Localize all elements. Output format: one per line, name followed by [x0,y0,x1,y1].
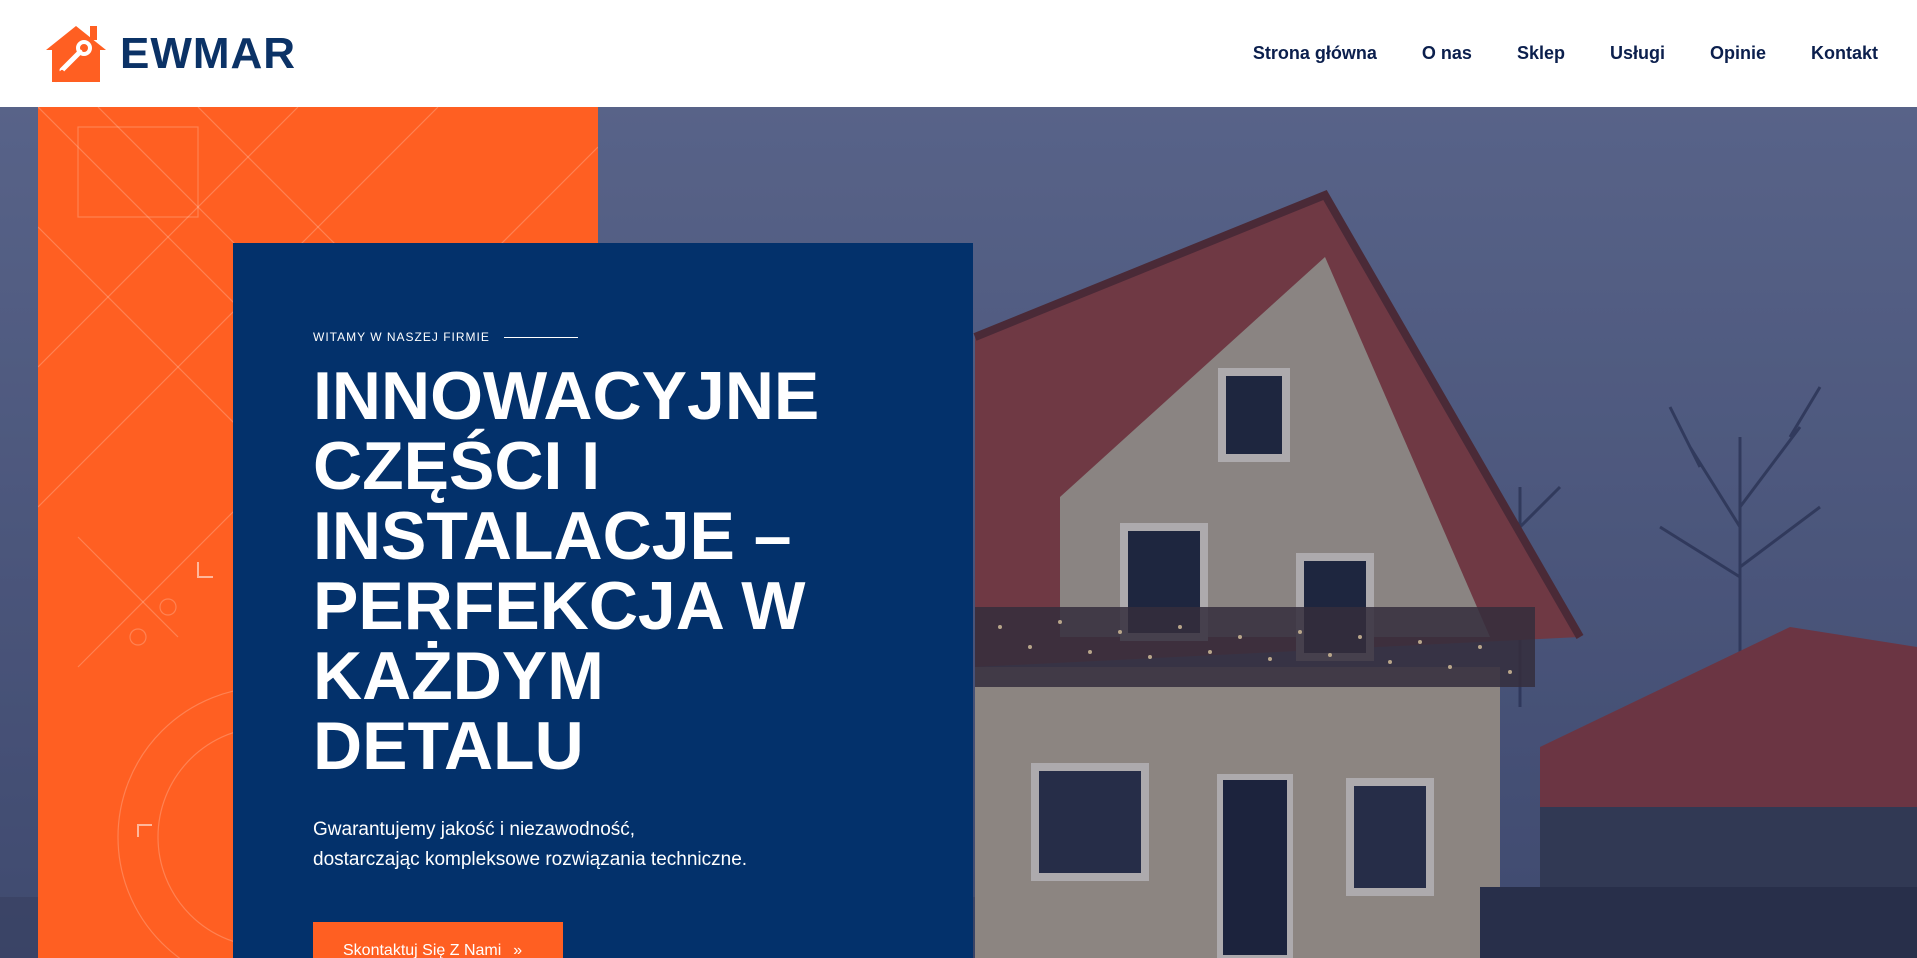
double-chevron-right-icon: » [513,942,523,958]
nav-item-home[interactable]: Strona główna [1253,41,1377,65]
headline-line: PERFEKCJA W [313,568,806,644]
logo[interactable]: EWMAR [42,20,296,88]
eyebrow-text: WITAMY W NASZEJ FIRMIE [313,330,490,344]
brand-name: EWMAR [120,29,297,78]
nav-item-about[interactable]: O nas [1422,41,1472,65]
hero-card: WITAMY W NASZEJ FIRMIE INNOWACYJNE CZĘŚC… [233,243,973,958]
hero-subtitle: Gwarantujemy jakość i niezawodność, dost… [313,815,873,875]
cta-label: Skontaktuj Się Z Nami [343,942,502,958]
eyebrow-divider [503,336,578,338]
headline-line: DETALU [313,708,584,784]
subtitle-line: dostarczając kompleksowe rozwiązania tec… [313,849,748,870]
nav-item-shop[interactable]: Sklep [1517,41,1565,65]
nav-item-reviews[interactable]: Opinie [1710,41,1766,65]
contact-us-button[interactable]: Skontaktuj Się Z Nami » [313,922,563,958]
nav-item-contact[interactable]: Kontakt [1811,41,1878,65]
site-header: EWMAR Strona główna O nas Sklep Usługi O… [0,0,1917,107]
headline-line: CZĘŚCI I [313,428,601,504]
headline-line: KAŻDYM [313,638,604,714]
house-wrench-icon [46,26,106,82]
headline-line: INNOWACYJNE [313,358,820,434]
hero-eyebrow: WITAMY W NASZEJ FIRMIE [313,330,578,344]
subtitle-line: Gwarantujemy jakość i niezawodność, [313,819,636,840]
headline-line: INSTALACJE – [313,498,792,574]
nav-item-services[interactable]: Usługi [1610,41,1665,65]
hero-headline: INNOWACYJNE CZĘŚCI I INSTALACJE – PERFEK… [313,361,933,781]
hero-section: WITAMY W NASZEJ FIRMIE INNOWACYJNE CZĘŚC… [0,107,1917,958]
main-nav: Strona główna O nas Sklep Usługi Opinie … [1253,41,1878,65]
